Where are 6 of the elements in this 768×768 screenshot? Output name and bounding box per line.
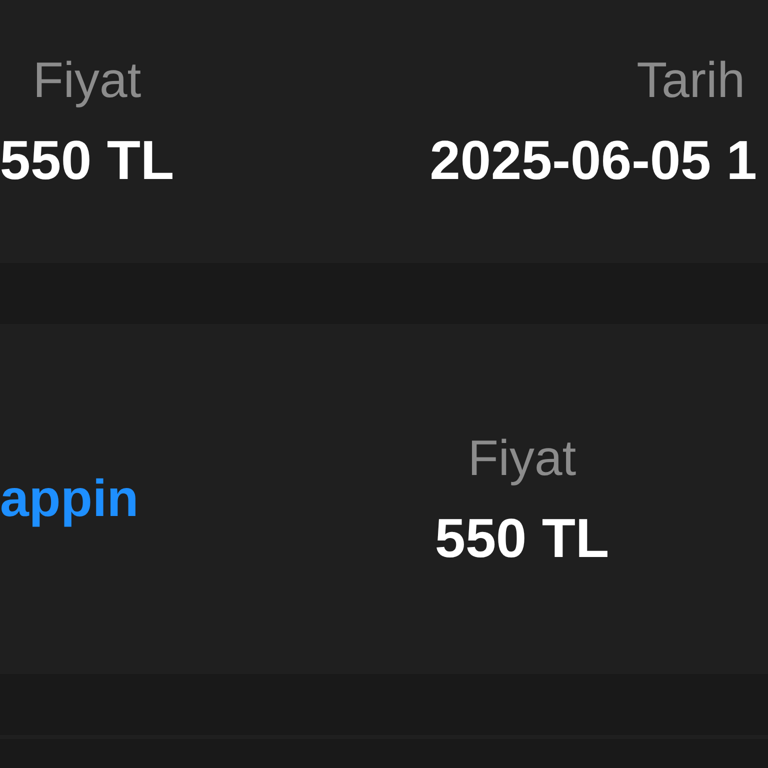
field-value: 550 TL [0,133,174,188]
field-label: Tarih [636,55,745,105]
field-label: Fiyat [32,55,142,105]
field-value: 550 TL [434,510,610,566]
field-value: 2025-06-05 1 [430,133,757,188]
item-title: appin [0,473,139,525]
